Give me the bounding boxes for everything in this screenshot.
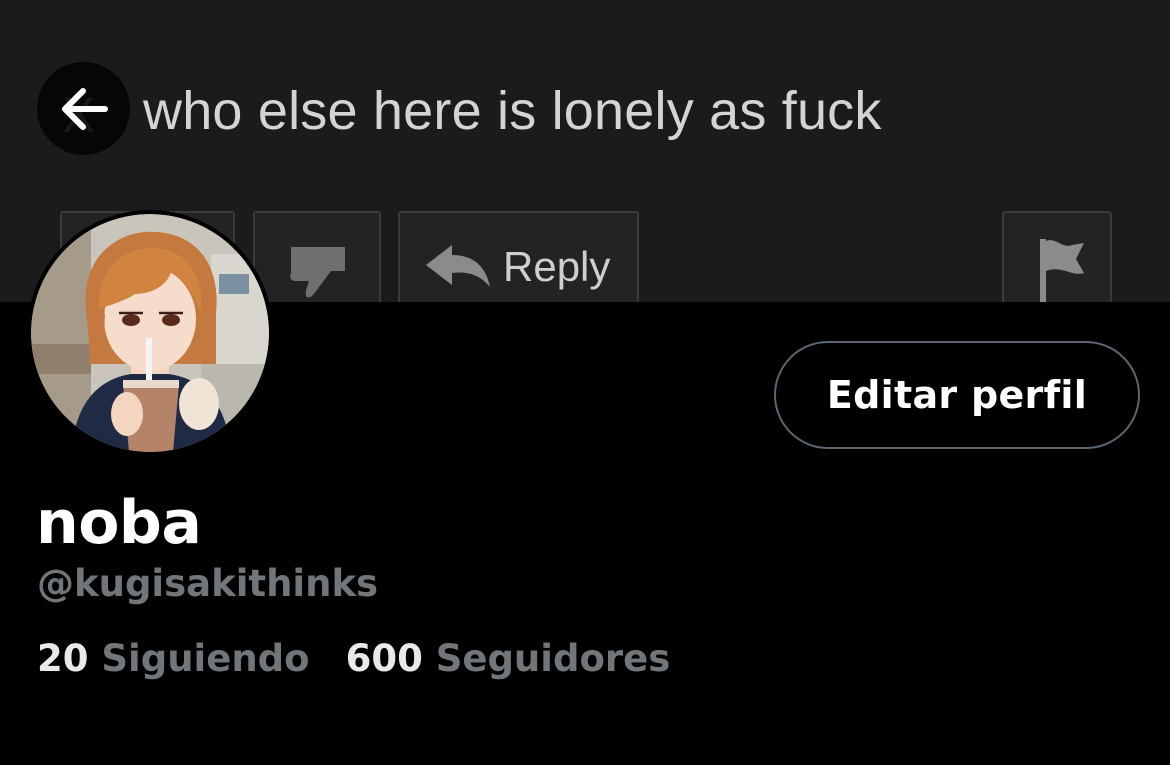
banner-reply-button: Reply <box>398 211 639 302</box>
banner-reply-label: Reply <box>503 243 611 290</box>
reply-arrow-icon <box>426 245 490 287</box>
following-count: 20 <box>37 637 89 680</box>
following-link[interactable]: 20 Siguiendo <box>37 637 310 680</box>
back-button[interactable] <box>37 62 130 155</box>
banner-downvote-button <box>253 211 381 302</box>
following-label: Siguiendo <box>101 637 310 680</box>
display-name: noba <box>36 488 202 558</box>
banner-comment-text: who else here is lonely as fuck <box>143 81 882 141</box>
user-handle: @kugisakithinks <box>37 562 379 605</box>
followers-count: 600 <box>345 637 423 680</box>
avatar-image <box>31 214 269 452</box>
flag-icon <box>1040 239 1084 302</box>
arrow-left-icon <box>61 87 108 130</box>
followers-link[interactable]: 600 Seguidores <box>346 637 671 680</box>
followers-label: Seguidores <box>435 637 671 680</box>
edit-profile-button[interactable]: Editar perfil <box>774 341 1140 449</box>
profile-stats: 20 Siguiendo 600 Seguidores <box>37 637 670 680</box>
downvote-icon <box>290 247 345 298</box>
avatar[interactable] <box>27 210 273 456</box>
banner-flag-button <box>1002 211 1112 302</box>
